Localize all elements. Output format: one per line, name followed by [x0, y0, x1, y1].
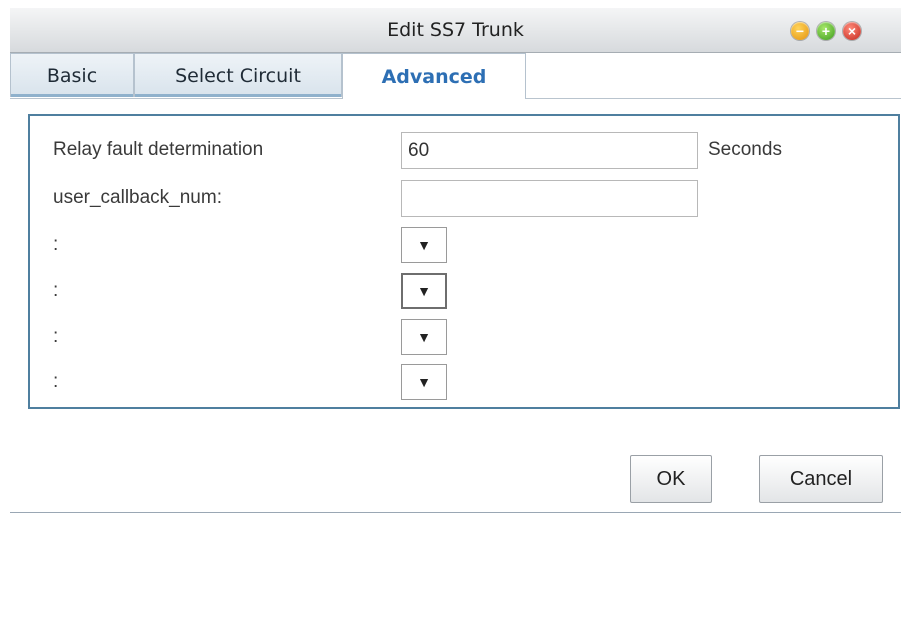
select-row-4: : ▼	[30, 364, 898, 404]
dialog-title: Edit SS7 Trunk	[387, 19, 524, 41]
select-row-2: : ▼	[30, 273, 898, 313]
maximize-icon[interactable]: +	[817, 22, 835, 40]
dropdown-select-2[interactable]: ▼	[401, 273, 447, 309]
advanced-settings-panel: Relay fault determination 60 Seconds use…	[28, 114, 900, 409]
select-label-4: :	[53, 371, 59, 392]
cancel-button[interactable]: Cancel	[759, 455, 883, 503]
minimize-icon[interactable]: −	[791, 22, 809, 40]
relay-fault-input[interactable]: 60	[401, 132, 698, 169]
close-icon[interactable]: ×	[843, 22, 861, 40]
tab-select-circuit[interactable]: Select Circuit	[134, 53, 342, 97]
edit-ss7-trunk-dialog: Edit SS7 Trunk − + × Basic Select Circui…	[10, 8, 901, 513]
relay-fault-label: Relay fault determination	[53, 139, 264, 160]
select-label-2: :	[53, 280, 59, 301]
chevron-down-icon: ▼	[417, 283, 431, 299]
select-row-1: : ▼	[30, 227, 898, 267]
select-row-3: : ▼	[30, 319, 898, 359]
title-bar[interactable]: Edit SS7 Trunk − + ×	[10, 8, 901, 53]
select-label-1: :	[53, 234, 59, 255]
ok-button[interactable]: OK	[630, 455, 712, 503]
tab-advanced[interactable]: Advanced	[342, 53, 526, 99]
chevron-down-icon: ▼	[417, 329, 431, 345]
tab-basic[interactable]: Basic	[10, 53, 134, 97]
chevron-down-icon: ▼	[417, 374, 431, 390]
seconds-unit-label: Seconds	[708, 139, 782, 160]
chevron-down-icon: ▼	[417, 237, 431, 253]
tab-bar: Basic Select Circuit Advanced	[10, 53, 901, 99]
dropdown-select-4[interactable]: ▼	[401, 364, 447, 400]
user-callback-label: user_callback_num:	[53, 187, 222, 208]
relay-fault-row: Relay fault determination 60 Seconds	[30, 132, 898, 172]
user-callback-row: user_callback_num:	[30, 180, 898, 220]
select-label-3: :	[53, 326, 59, 347]
dropdown-select-1[interactable]: ▼	[401, 227, 447, 263]
user-callback-input[interactable]	[401, 180, 698, 217]
dropdown-select-3[interactable]: ▼	[401, 319, 447, 355]
